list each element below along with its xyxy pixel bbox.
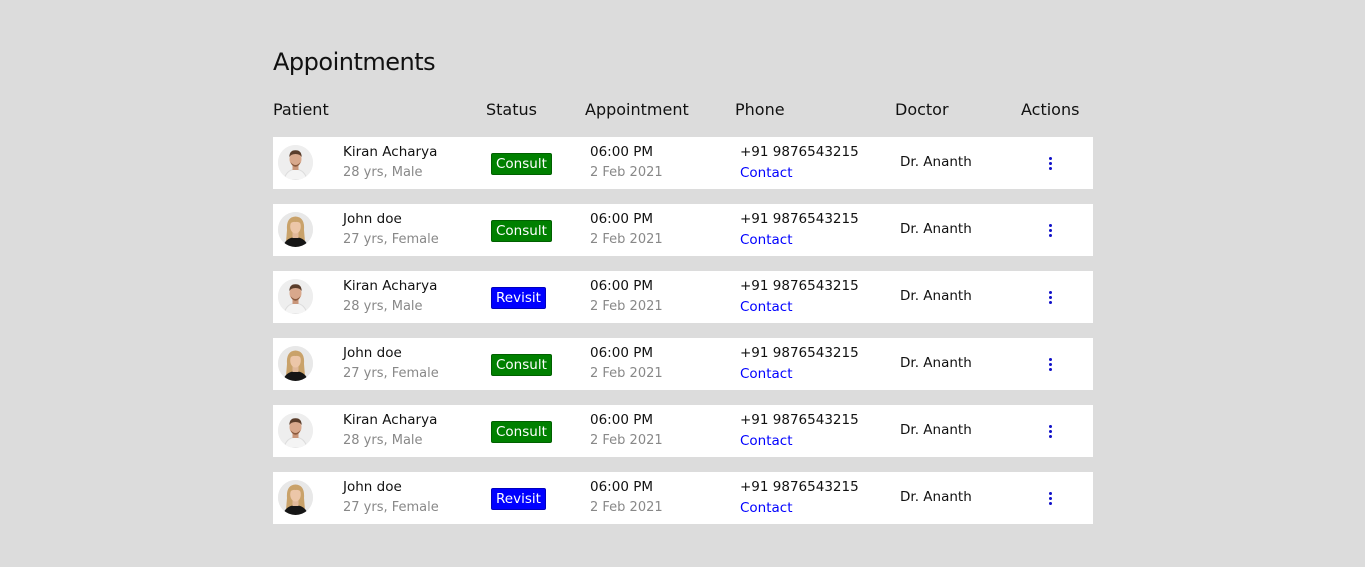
doctor-name: Dr. Ananth xyxy=(900,422,972,438)
contact-link[interactable]: Contact xyxy=(740,165,793,181)
phone-number: +91 9876543215 xyxy=(740,412,859,428)
patient-name: John doe xyxy=(343,345,402,361)
status-badge: Consult xyxy=(491,153,552,175)
appointment-date: 2 Feb 2021 xyxy=(590,433,663,448)
more-vertical-icon[interactable] xyxy=(1043,152,1057,174)
phone-number: +91 9876543215 xyxy=(740,479,859,495)
contact-link[interactable]: Contact xyxy=(740,433,793,449)
patient-details: 28 yrs, Male xyxy=(343,299,423,314)
phone-number: +91 9876543215 xyxy=(740,144,859,160)
appointment-date: 2 Feb 2021 xyxy=(590,500,663,515)
appointment-time: 06:00 PM xyxy=(590,479,653,495)
female-avatar-icon xyxy=(278,212,313,247)
status-badge: Revisit xyxy=(491,488,546,510)
appointment-date: 2 Feb 2021 xyxy=(590,165,663,180)
appointment-date: 2 Feb 2021 xyxy=(590,299,663,314)
phone-number: +91 9876543215 xyxy=(740,211,859,227)
patient-details: 27 yrs, Female xyxy=(343,366,439,381)
table-body: Kiran Acharya 28 yrs, Male Consult 06:00… xyxy=(273,137,1093,524)
doctor-name: Dr. Ananth xyxy=(900,288,972,304)
patient-details: 27 yrs, Female xyxy=(343,500,439,515)
more-vertical-icon[interactable] xyxy=(1043,286,1057,308)
doctor-name: Dr. Ananth xyxy=(900,221,972,237)
status-badge: Consult xyxy=(491,354,552,376)
appointment-time: 06:00 PM xyxy=(590,278,653,294)
doctor-name: Dr. Ananth xyxy=(900,355,972,371)
status-badge: Consult xyxy=(491,220,552,242)
female-avatar-icon xyxy=(278,346,313,381)
patient-details: 27 yrs, Female xyxy=(343,232,439,247)
contact-link[interactable]: Contact xyxy=(740,299,793,315)
header-appointment: Appointment xyxy=(585,100,689,119)
patient-name: Kiran Acharya xyxy=(343,278,438,294)
male-avatar-icon xyxy=(278,145,313,180)
contact-link[interactable]: Contact xyxy=(740,500,793,516)
header-doctor: Doctor xyxy=(895,100,949,119)
table-row: John doe 27 yrs, Female Consult 06:00 PM… xyxy=(273,338,1093,390)
more-vertical-icon[interactable] xyxy=(1043,353,1057,375)
male-avatar-icon xyxy=(278,413,313,448)
status-badge: Consult xyxy=(491,421,552,443)
appointment-time: 06:00 PM xyxy=(590,412,653,428)
appointment-time: 06:00 PM xyxy=(590,144,653,160)
doctor-name: Dr. Ananth xyxy=(900,489,972,505)
status-badge: Revisit xyxy=(491,287,546,309)
appointment-date: 2 Feb 2021 xyxy=(590,232,663,247)
male-avatar-icon xyxy=(278,279,313,314)
appointment-time: 06:00 PM xyxy=(590,345,653,361)
patient-details: 28 yrs, Male xyxy=(343,165,423,180)
appointment-time: 06:00 PM xyxy=(590,211,653,227)
table-row: John doe 27 yrs, Female Consult 06:00 PM… xyxy=(273,204,1093,256)
more-vertical-icon[interactable] xyxy=(1043,219,1057,241)
patient-name: Kiran Acharya xyxy=(343,144,438,160)
patient-name: Kiran Acharya xyxy=(343,412,438,428)
patient-name: John doe xyxy=(343,479,402,495)
header-patient: Patient xyxy=(273,100,329,119)
header-status: Status xyxy=(486,100,537,119)
header-actions: Actions xyxy=(1021,100,1080,119)
contact-link[interactable]: Contact xyxy=(740,366,793,382)
appointments-table: Patient Status Appointment Phone Doctor … xyxy=(273,96,1093,539)
female-avatar-icon xyxy=(278,480,313,515)
page-title: Appointments xyxy=(273,48,436,76)
table-row: Kiran Acharya 28 yrs, Male Consult 06:00… xyxy=(273,137,1093,189)
patient-name: John doe xyxy=(343,211,402,227)
header-phone: Phone xyxy=(735,100,785,119)
contact-link[interactable]: Contact xyxy=(740,232,793,248)
table-row: Kiran Acharya 28 yrs, Male Revisit 06:00… xyxy=(273,271,1093,323)
doctor-name: Dr. Ananth xyxy=(900,154,972,170)
table-row: John doe 27 yrs, Female Revisit 06:00 PM… xyxy=(273,472,1093,524)
patient-details: 28 yrs, Male xyxy=(343,433,423,448)
phone-number: +91 9876543215 xyxy=(740,278,859,294)
phone-number: +91 9876543215 xyxy=(740,345,859,361)
more-vertical-icon[interactable] xyxy=(1043,487,1057,509)
appointment-date: 2 Feb 2021 xyxy=(590,366,663,381)
table-header: Patient Status Appointment Phone Doctor … xyxy=(273,96,1093,124)
table-row: Kiran Acharya 28 yrs, Male Consult 06:00… xyxy=(273,405,1093,457)
more-vertical-icon[interactable] xyxy=(1043,420,1057,442)
